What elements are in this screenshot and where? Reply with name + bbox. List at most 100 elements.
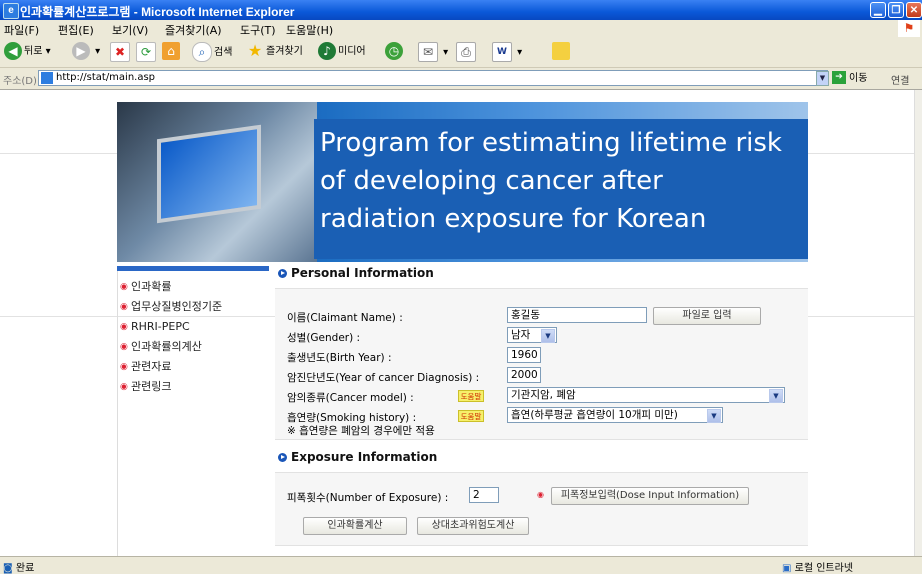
back-arrow-icon: ◀ — [4, 42, 22, 60]
gender-select[interactable]: 남자 ▼ — [507, 327, 557, 343]
favorites-button[interactable]: ★ 즐겨찾기 — [246, 42, 303, 62]
sidebar-item-links[interactable]: ◉ 관련링크 — [117, 377, 267, 397]
refresh-button[interactable]: ⟳ — [136, 42, 158, 62]
smoking-note: ※ 흡연량은 폐암의 경우에만 적용 — [287, 425, 435, 437]
address-dropdown-button[interactable]: ▼ — [816, 71, 829, 86]
menu-favorites[interactable]: 즐겨찾기(A) — [165, 22, 222, 38]
address-url: http://stat/main.asp — [56, 72, 156, 83]
name-row: 이름(Claimant Name) : 홍길동 파일로 입력 — [275, 307, 808, 326]
personal-section-header: Personal Information — [275, 266, 808, 284]
status-label: 완료 — [15, 563, 35, 574]
word-icon: W — [492, 42, 512, 62]
section-arrow-icon — [278, 453, 287, 462]
maximize-button[interactable]: ❐ — [888, 2, 904, 18]
name-input[interactable]: 홍길동 — [507, 307, 647, 323]
cancer-model-value: 기관지암, 폐암 — [511, 389, 576, 401]
sidebar-item-label: 인과확률의계산 — [131, 340, 202, 353]
stop-icon: ✖ — [110, 42, 130, 62]
smoking-help-button[interactable]: 도움말 — [458, 410, 484, 422]
computer-monitor-image — [117, 102, 317, 262]
edit-button[interactable]: W ▾ — [492, 42, 522, 62]
menu-file[interactable]: 파일(F) — [4, 22, 39, 38]
intranet-icon: ▣ — [782, 563, 792, 574]
go-label: 이동 — [849, 73, 868, 84]
sidebar-item-label: 인과확률 — [131, 280, 172, 293]
menu-help[interactable]: 도움말(H) — [286, 22, 333, 38]
menu-edit[interactable]: 편집(E) — [58, 22, 94, 38]
security-zone: ▣ 로컬 인트라넷 — [782, 559, 853, 574]
dose-input-button[interactable]: 피폭정보입력(Dose Input Information) — [551, 487, 749, 505]
go-button[interactable]: ➔ 이동 — [832, 71, 890, 86]
header-banner: Program for estimating lifetime risk of … — [117, 102, 808, 262]
forward-button[interactable]: ▶ ▾ — [72, 42, 100, 62]
sidebar-item-disease-criteria[interactable]: ◉ 업무상질병인정기준 — [117, 297, 267, 317]
folder-icon — [552, 42, 570, 60]
mail-icon: ✉ — [418, 42, 438, 62]
menu-view[interactable]: 보기(V) — [112, 22, 148, 38]
menu-tools[interactable]: 도구(T) — [240, 22, 276, 38]
chevron-down-icon: ▼ — [769, 389, 783, 403]
chevron-down-icon: ▼ — [707, 409, 721, 423]
relative-risk-button[interactable]: 상대초과위험도계산 — [417, 517, 529, 535]
cancer-model-select[interactable]: 기관지암, 폐암 ▼ — [507, 387, 785, 403]
ie-icon: e — [3, 3, 19, 19]
search-label: 검색 — [214, 47, 233, 58]
back-button[interactable]: ◀ 뒤로 ▾ — [4, 42, 51, 62]
sidebar-item-resources[interactable]: ◉ 관련자료 — [117, 357, 267, 377]
mail-button[interactable]: ✉ ▾ — [418, 42, 448, 62]
banner-line-2: of developing cancer after — [320, 166, 663, 196]
print-button[interactable]: ⎙ — [456, 42, 478, 62]
sidebar-item-calculation[interactable]: ◉ 인과확률의계산 — [117, 337, 267, 357]
history-button[interactable]: ◷ — [385, 42, 405, 62]
messenger-button[interactable] — [552, 42, 572, 62]
media-button[interactable]: ♪ 미디어 — [318, 42, 366, 62]
banner-title: Program for estimating lifetime risk of … — [320, 124, 808, 238]
diagnosis-year-input[interactable]: 2000 — [507, 367, 541, 383]
chevron-down-icon: ▼ — [541, 329, 555, 343]
search-button[interactable]: ⌕ 검색 — [192, 42, 232, 62]
birth-label: 출생년도(Birth Year) : — [287, 352, 392, 364]
exposure-count-input[interactable]: 2 — [469, 487, 499, 503]
main-content: Personal Information 이름(Claimant Name) :… — [275, 266, 808, 546]
media-icon: ♪ — [318, 42, 336, 60]
stop-button[interactable]: ✖ — [110, 42, 132, 62]
monitor-screen — [157, 124, 261, 224]
calculate-probability-button[interactable]: 인과확률계산 — [303, 517, 407, 535]
bullet-icon: ◉ — [120, 362, 128, 372]
bullet-icon: ◉ — [120, 282, 128, 292]
vertical-scrollbar[interactable] — [914, 90, 922, 556]
cancer-row: 암의종류(Cancer model) : 도움말 기관지암, 폐암 ▼ — [275, 387, 808, 406]
personal-info-panel: 이름(Claimant Name) : 홍길동 파일로 입력 성별(Gender… — [275, 288, 808, 440]
exposure-section-title: Exposure Information — [291, 450, 438, 464]
bullet-icon: ◉ — [120, 322, 128, 332]
print-icon: ⎙ — [456, 42, 476, 62]
go-arrow-icon: ➔ — [832, 71, 846, 84]
banner-line-1: Program for estimating lifetime risk — [320, 128, 782, 158]
page-viewport: Program for estimating lifetime risk of … — [0, 90, 914, 556]
cancer-help-button[interactable]: 도움말 — [458, 390, 484, 402]
address-input[interactable]: http://stat/main.asp — [38, 70, 828, 86]
minimize-button[interactable]: ▁ — [870, 2, 886, 18]
file-input-button[interactable]: 파일로 입력 — [653, 307, 761, 325]
back-label: 뒤로 — [24, 46, 43, 57]
bullet-icon: ◉ — [120, 382, 128, 392]
links-label[interactable]: 연결 — [891, 72, 909, 87]
bullet-icon: ◉ — [537, 490, 544, 499]
exposure-section-header: Exposure Information — [275, 450, 808, 468]
star-icon: ★ — [247, 41, 263, 60]
sidebar-item-rhri-pepc[interactable]: ◉ RHRI-PEPC — [117, 317, 267, 337]
sidebar-item-causal-probability[interactable]: ◉ 인과확률 — [117, 277, 267, 297]
address-label: 주소(D) — [3, 76, 37, 87]
bullet-icon: ◉ — [120, 302, 128, 312]
close-button[interactable]: ✕ — [906, 2, 922, 18]
search-icon: ⌕ — [192, 42, 212, 62]
favorites-label: 즐겨찾기 — [266, 46, 303, 57]
media-label: 미디어 — [338, 46, 366, 57]
home-button[interactable]: ⌂ — [162, 42, 182, 62]
birth-year-input[interactable]: 1960 — [507, 347, 541, 363]
exposure-count-label: 피폭횟수(Number of Exposure) : — [287, 492, 449, 504]
sidebar-item-label: 업무상질병인정기준 — [131, 300, 223, 313]
sidebar-nav: ◉ 인과확률 ◉ 업무상질병인정기준 ◉ RHRI-PEPC ◉ 인과확률의계산 ◉ 관련… — [117, 266, 269, 397]
smoking-history-select[interactable]: 흡연(하루평균 흡연량이 10개피 미만) ▼ — [507, 407, 723, 423]
sidebar-item-label: RHRI-PEPC — [131, 320, 190, 333]
